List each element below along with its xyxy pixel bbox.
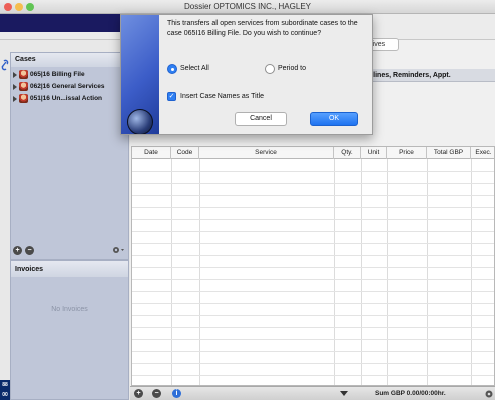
disclosure-triangle-icon[interactable] bbox=[13, 83, 17, 90]
chevron-down-icon[interactable] bbox=[340, 391, 348, 397]
table-row bbox=[132, 339, 494, 340]
column-header-unit[interactable]: Unit bbox=[361, 147, 387, 159]
left-margin bbox=[0, 40, 10, 400]
window-title: Dossier OPTOMICS INC., HAGLEY bbox=[184, 2, 311, 11]
table-row bbox=[132, 351, 494, 352]
case-item[interactable]: 062|16 General Services bbox=[13, 82, 104, 94]
table-row bbox=[132, 255, 494, 256]
cancel-button[interactable]: Cancel bbox=[235, 112, 287, 126]
case-label: 051|16 Un...issal Action bbox=[30, 95, 103, 103]
table-header: Date Code Service Qty. Unit Price Total … bbox=[132, 147, 494, 159]
table-row bbox=[132, 219, 494, 220]
invoices-header: Invoices bbox=[11, 261, 128, 277]
column-header-total[interactable]: Total GBP bbox=[427, 147, 471, 159]
globe-icon bbox=[127, 109, 153, 134]
table-row bbox=[132, 363, 494, 364]
table-footer-bar: + − i Sum GBP 0.00/00:00hr. bbox=[130, 386, 495, 400]
no-invoices-text: No Invoices bbox=[51, 306, 88, 313]
link-icon[interactable] bbox=[0, 58, 10, 72]
table-row bbox=[132, 375, 494, 376]
table-row bbox=[132, 231, 494, 232]
services-table: Date Code Service Qty. Unit Price Total … bbox=[131, 146, 495, 386]
status-badge: 88 00 bbox=[0, 380, 10, 400]
table-row bbox=[132, 327, 494, 328]
column-header-price[interactable]: Price bbox=[387, 147, 427, 159]
period-to-radio[interactable] bbox=[265, 64, 275, 74]
column-header-qty[interactable]: Qty. bbox=[334, 147, 361, 159]
table-row bbox=[132, 195, 494, 196]
table-row bbox=[132, 267, 494, 268]
add-service-button[interactable]: + bbox=[134, 389, 143, 398]
table-row bbox=[132, 171, 494, 172]
case-label: 065|16 Billing File bbox=[30, 71, 85, 79]
table-row bbox=[132, 291, 494, 292]
badge-line-2: 00 bbox=[2, 392, 8, 398]
dialog-message: This transfers all open services from su… bbox=[167, 20, 358, 37]
sum-text: Sum GBP 0.00/00:00hr. bbox=[375, 390, 446, 397]
column-header-code[interactable]: Code bbox=[171, 147, 199, 159]
gear-icon[interactable] bbox=[111, 245, 125, 255]
table-row bbox=[132, 279, 494, 280]
cases-header: Cases bbox=[11, 53, 128, 67]
case-label: 062|16 General Services bbox=[30, 83, 105, 91]
remove-service-button[interactable]: − bbox=[152, 389, 161, 398]
transfer-services-dialog: This transfers all open services from su… bbox=[120, 14, 373, 135]
info-icon[interactable]: i bbox=[172, 389, 181, 398]
table-row bbox=[132, 207, 494, 208]
dialog-artwork bbox=[121, 15, 159, 134]
case-item[interactable]: 051|16 Un...issal Action bbox=[13, 94, 102, 106]
table-row bbox=[132, 243, 494, 244]
client-avatar-icon bbox=[19, 94, 28, 103]
insert-case-names-label[interactable]: Insert Case Names as Title bbox=[180, 93, 264, 100]
disclosure-triangle-icon[interactable] bbox=[13, 71, 17, 78]
insert-case-names-checkbox[interactable]: ✓ bbox=[167, 92, 176, 101]
toolbar-dark-segment bbox=[0, 14, 125, 32]
gear-icon[interactable] bbox=[484, 389, 494, 399]
select-all-radio[interactable] bbox=[167, 64, 177, 74]
client-avatar-icon bbox=[19, 70, 28, 79]
client-avatar-icon bbox=[19, 82, 28, 91]
remove-case-button[interactable]: − bbox=[25, 246, 34, 255]
badge-line-1: 88 bbox=[2, 382, 8, 388]
column-header-exec[interactable]: Exec. bbox=[471, 147, 495, 159]
invoices-panel: Invoices No Invoices bbox=[10, 260, 129, 400]
add-case-button[interactable]: + bbox=[13, 246, 22, 255]
window-title-bar: Dossier OPTOMICS INC., HAGLEY bbox=[0, 0, 495, 14]
disclosure-triangle-icon[interactable] bbox=[13, 95, 17, 102]
table-row bbox=[132, 303, 494, 304]
cases-panel: Cases 065|16 Billing File 062|16 General… bbox=[10, 52, 129, 260]
table-row bbox=[132, 183, 494, 184]
column-header-service[interactable]: Service bbox=[199, 147, 334, 159]
column-header-date[interactable]: Date bbox=[132, 147, 171, 159]
ok-button[interactable]: OK bbox=[310, 112, 358, 126]
case-item[interactable]: 065|16 Billing File bbox=[13, 70, 85, 82]
table-row bbox=[132, 315, 494, 316]
select-all-label[interactable]: Select All bbox=[180, 65, 209, 72]
tab-deadlines-reminders[interactable]: adlines, Reminders, Appt. bbox=[365, 72, 451, 79]
period-to-label[interactable]: Period to bbox=[278, 65, 306, 72]
